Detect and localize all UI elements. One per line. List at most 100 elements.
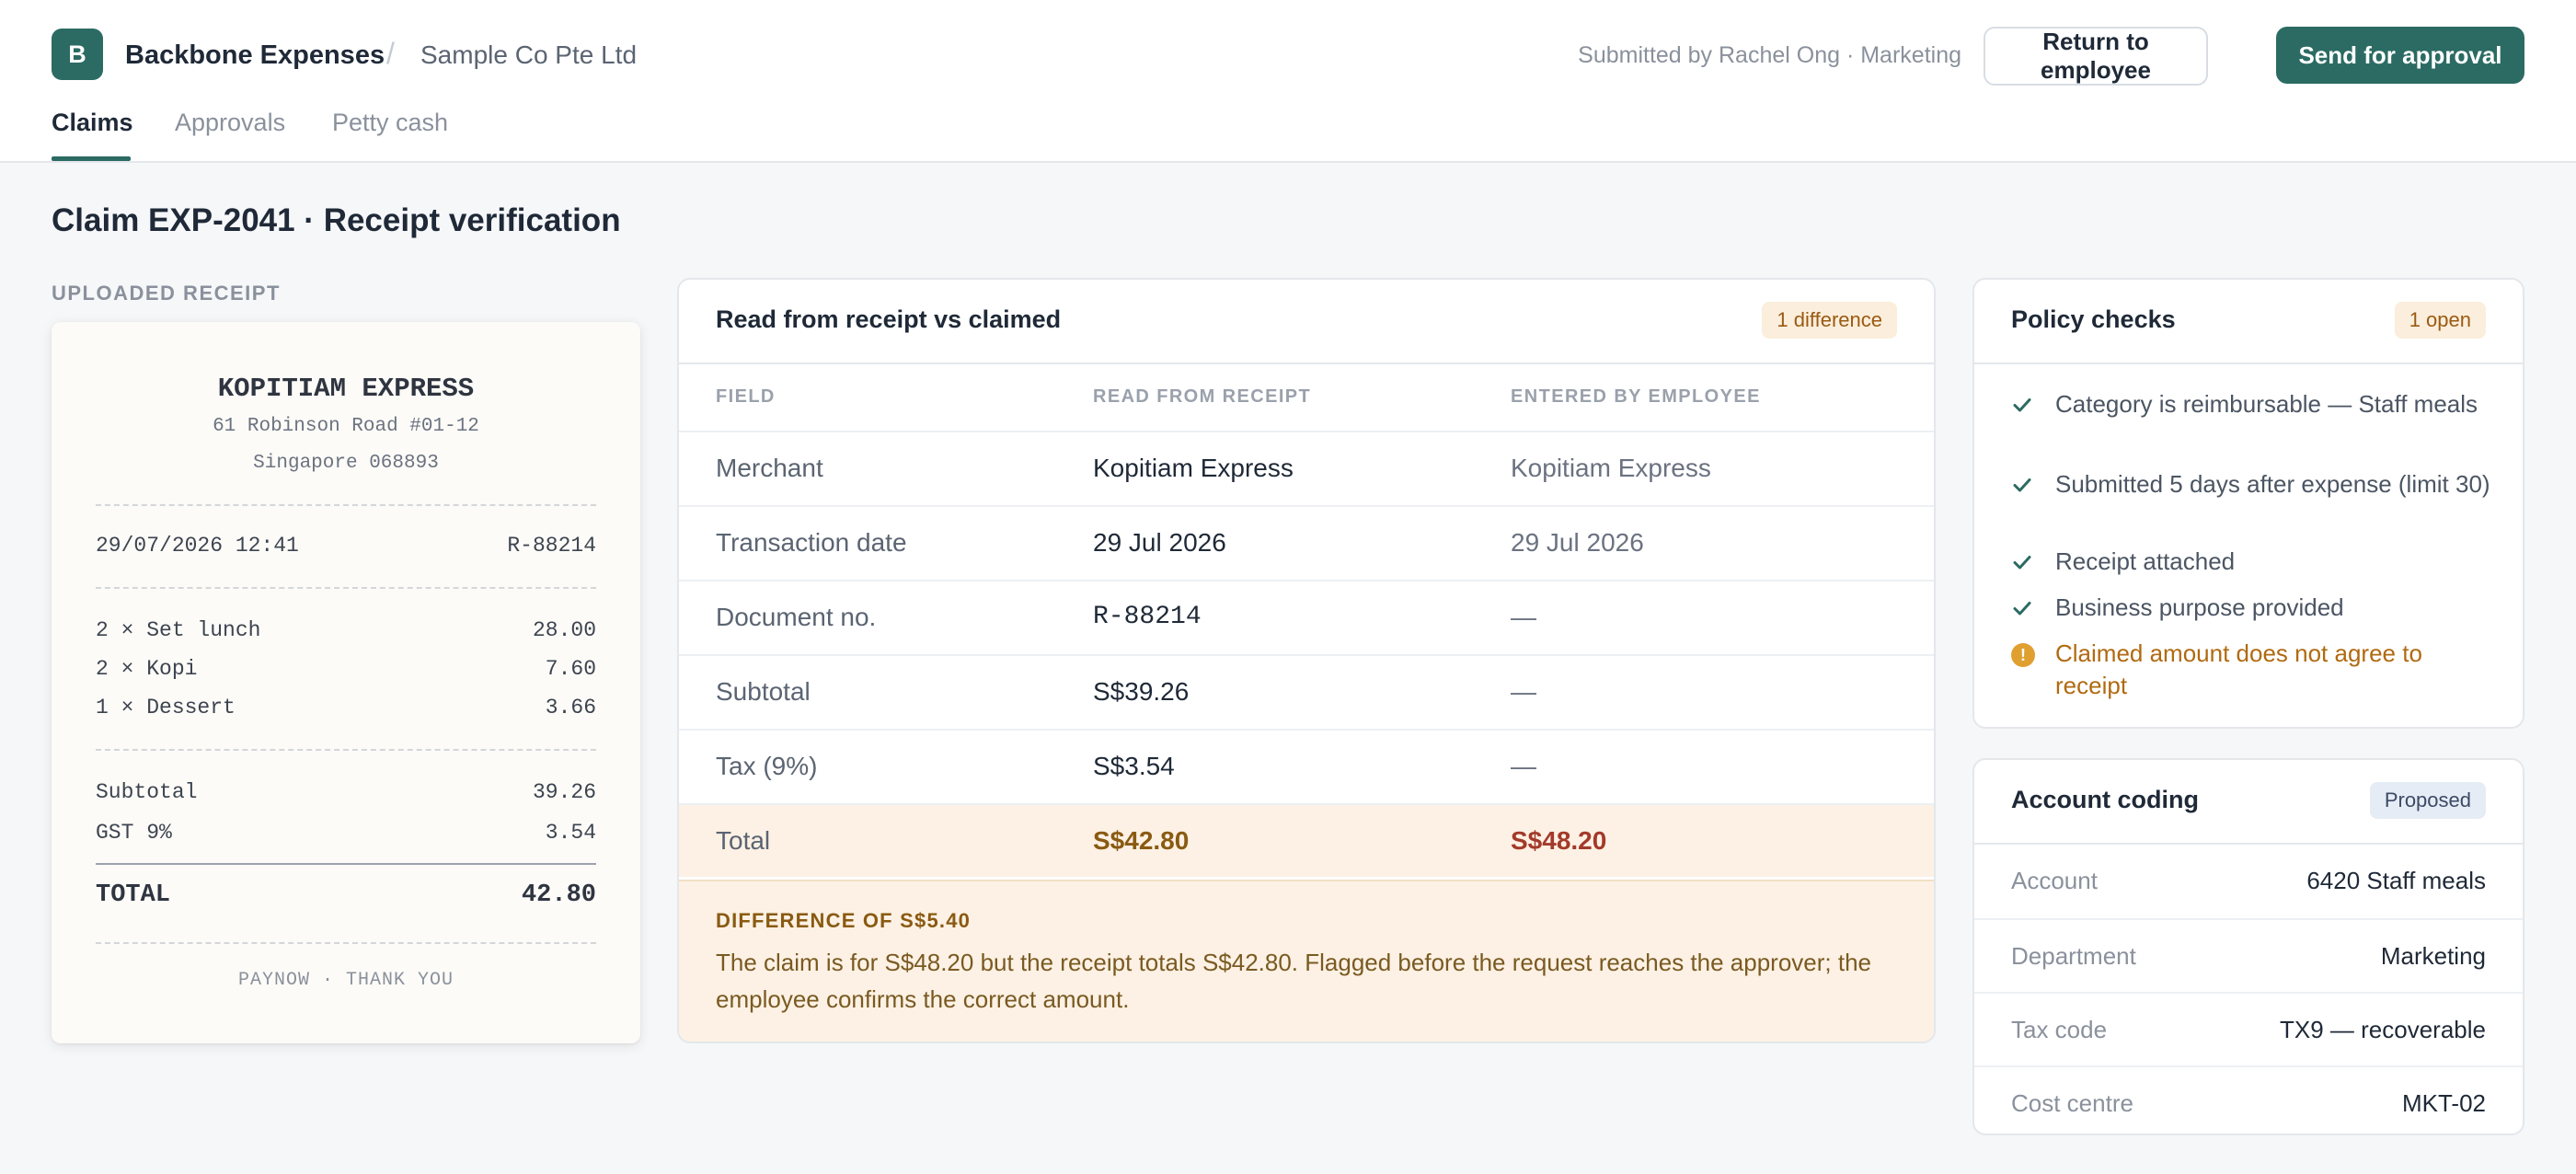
table-row: Subtotal S$39.26 — bbox=[679, 654, 1934, 728]
difference-text: The claim is for S$48.20 but the receipt… bbox=[716, 949, 1871, 1013]
field-name: Subtotal bbox=[716, 677, 811, 706]
receipt-item-desc: 1 × Dessert bbox=[96, 696, 236, 719]
policy-card-header: Policy checks 1 open bbox=[1974, 280, 2523, 364]
active-tab-indicator bbox=[52, 156, 131, 161]
receipt-value: Kopitiam Express bbox=[1093, 454, 1294, 482]
total-row: Total S$42.80 S$48.20 bbox=[679, 803, 1934, 877]
open-checks-badge: 1 open bbox=[2394, 302, 2486, 339]
uploaded-receipt-label: UPLOADED RECEIPT bbox=[52, 282, 281, 305]
company-name[interactable]: Sample Co Pte Ltd bbox=[420, 40, 637, 70]
comparison-card-header: Read from receipt vs claimed 1 differenc… bbox=[679, 280, 1934, 364]
receipt-total: 42.80 bbox=[521, 881, 596, 909]
employee-total-value: S$48.20 bbox=[1511, 826, 1607, 855]
coding-key: Department bbox=[2011, 942, 2136, 970]
coding-title: Account coding bbox=[2011, 786, 2199, 813]
receipt-merchant: KOPITIAM EXPRESS bbox=[217, 374, 475, 404]
account-coding-card: Account coding Proposed Account 6420 Sta… bbox=[1972, 758, 2524, 1135]
app-logo: B bbox=[52, 29, 103, 80]
difference-label: DIFFERENCE OF S$5.40 bbox=[716, 909, 972, 932]
field-name: Transaction date bbox=[716, 528, 907, 557]
policy-check-text: Receipt attached bbox=[2055, 547, 2236, 575]
tab-approvals[interactable]: Approvals bbox=[175, 109, 285, 137]
tab-claims[interactable]: Claims bbox=[52, 109, 133, 137]
receipt-total-rule bbox=[96, 863, 596, 865]
column-header-employee: ENTERED BY EMPLOYEE bbox=[1511, 386, 1761, 407]
coding-row-department[interactable]: Department Marketing bbox=[1974, 918, 2523, 992]
receipt-item-amount: 3.66 bbox=[545, 696, 596, 719]
receipt-line-item: 2 × Kopi 7.60 bbox=[96, 657, 596, 681]
return-to-employee-button[interactable]: Return to employee bbox=[1984, 27, 2208, 86]
check-icon bbox=[2013, 478, 2031, 492]
app-name: Backbone Expenses bbox=[125, 40, 385, 70]
table-row: Document no. R-88214 — bbox=[679, 580, 1934, 653]
receipt-subtotal-row: Subtotal 39.26 bbox=[96, 780, 596, 804]
receipt-address-line1: 61 Robinson Road #01-12 bbox=[213, 416, 479, 437]
receipt-image[interactable]: KOPITIAM EXPRESS 61 Robinson Road #01-12… bbox=[52, 322, 640, 1043]
policy-checks-card: Policy checks 1 open Category is reimbur… bbox=[1972, 278, 2524, 729]
coding-row-tax-code[interactable]: Tax code TX9 — recoverable bbox=[1974, 992, 2523, 1065]
receipt-divider bbox=[96, 749, 596, 751]
employee-value: Kopitiam Express bbox=[1511, 454, 1711, 482]
table-row: Tax (9%) S$3.54 — bbox=[679, 729, 1934, 802]
employee-value: — bbox=[1511, 752, 1536, 780]
coding-key: Cost centre bbox=[2011, 1089, 2133, 1117]
coding-value: Marketing bbox=[2380, 942, 2486, 970]
check-icon bbox=[2013, 556, 2031, 570]
receipt-item-amount: 7.60 bbox=[545, 657, 596, 681]
receipt-datetime: 29/07/2026 12:41 bbox=[96, 534, 299, 558]
coding-value: 6420 Staff meals bbox=[2306, 867, 2486, 894]
receipt-number: R-88214 bbox=[507, 534, 596, 558]
table-row: Transaction date 29 Jul 2026 29 Jul 2026 bbox=[679, 505, 1934, 579]
receipt-value: S$39.26 bbox=[1093, 677, 1190, 706]
field-name: Document no. bbox=[716, 603, 877, 631]
receipt-address-line2: Singapore 068893 bbox=[253, 453, 439, 474]
receipt-line-item: 1 × Dessert 3.66 bbox=[96, 696, 596, 719]
receipt-gst-label: GST 9% bbox=[96, 821, 172, 845]
coding-card-header: Account coding Proposed bbox=[1974, 760, 2523, 845]
coding-key: Tax code bbox=[2011, 1016, 2108, 1043]
receipt-total-row: TOTAL 42.80 bbox=[96, 881, 596, 909]
employee-value: — bbox=[1511, 677, 1536, 706]
coding-value: TX9 — recoverable bbox=[2280, 1016, 2486, 1043]
top-bar: B Backbone Expenses / Sample Co Pte Ltd … bbox=[0, 0, 2576, 163]
coding-row-account[interactable]: Account 6420 Staff meals bbox=[1974, 845, 2523, 918]
receipt-item-desc: 2 × Kopi bbox=[96, 657, 198, 681]
receipt-gst: 3.54 bbox=[545, 821, 596, 845]
comparison-title: Read from receipt vs claimed bbox=[716, 305, 1062, 333]
field-name: Merchant bbox=[716, 454, 823, 482]
receipt-line-item: 2 × Set lunch 28.00 bbox=[96, 618, 596, 642]
receipt-total-label: TOTAL bbox=[96, 881, 171, 909]
send-for-approval-button[interactable]: Send for approval bbox=[2276, 27, 2524, 84]
receipt-footer: PAYNOW · THANK YOU bbox=[237, 970, 454, 991]
receipt-gst-row: GST 9% 3.54 bbox=[96, 821, 596, 845]
receipt-divider bbox=[96, 942, 596, 944]
receipt-comparison-card: Read from receipt vs claimed 1 differenc… bbox=[677, 278, 1936, 1043]
receipt-total-value: S$42.80 bbox=[1093, 826, 1190, 855]
tab-petty-cash[interactable]: Petty cash bbox=[332, 109, 448, 137]
policy-check-text: Submitted 5 days after expense (limit 30… bbox=[2055, 470, 2490, 498]
receipt-item-amount: 28.00 bbox=[532, 618, 596, 642]
breadcrumb-separator: / bbox=[386, 37, 395, 70]
policy-check-text: Business purpose provided bbox=[2055, 593, 2344, 621]
receipt-value: S$3.54 bbox=[1093, 752, 1175, 780]
employee-value: — bbox=[1511, 603, 1536, 631]
submitted-by-text: Submitted by Rachel Ong · Marketing bbox=[1578, 42, 1961, 68]
policy-check-text: Category is reimbursable — Staff meals bbox=[2055, 390, 2478, 418]
receipt-subtotal-label: Subtotal bbox=[96, 780, 198, 804]
page-title: Claim EXP-2041 · Receipt verification bbox=[52, 202, 621, 238]
receipt-divider bbox=[96, 504, 596, 506]
receipt-item-desc: 2 × Set lunch bbox=[96, 618, 261, 642]
check-icon bbox=[2013, 602, 2031, 616]
coding-row-cost-centre[interactable]: Cost centre MKT-02 bbox=[1974, 1065, 2523, 1134]
column-header-receipt: READ FROM RECEIPT bbox=[1093, 386, 1312, 407]
receipt-meta-row: 29/07/2026 12:41 R-88214 bbox=[96, 534, 596, 558]
column-header-field: FIELD bbox=[716, 386, 776, 407]
receipt-value: 29 Jul 2026 bbox=[1093, 528, 1226, 557]
table-row: Merchant Kopitiam Express Kopitiam Expre… bbox=[679, 431, 1934, 504]
receipt-divider bbox=[96, 587, 596, 589]
policy-check-text: Claimed amount does not agree to receipt bbox=[2055, 639, 2422, 699]
proposed-badge: Proposed bbox=[2369, 782, 2486, 819]
receipt-value: R-88214 bbox=[1093, 603, 1202, 631]
difference-callout: DIFFERENCE OF S$5.40 The claim is for S$… bbox=[679, 880, 1934, 1042]
field-name: Total bbox=[716, 826, 771, 855]
